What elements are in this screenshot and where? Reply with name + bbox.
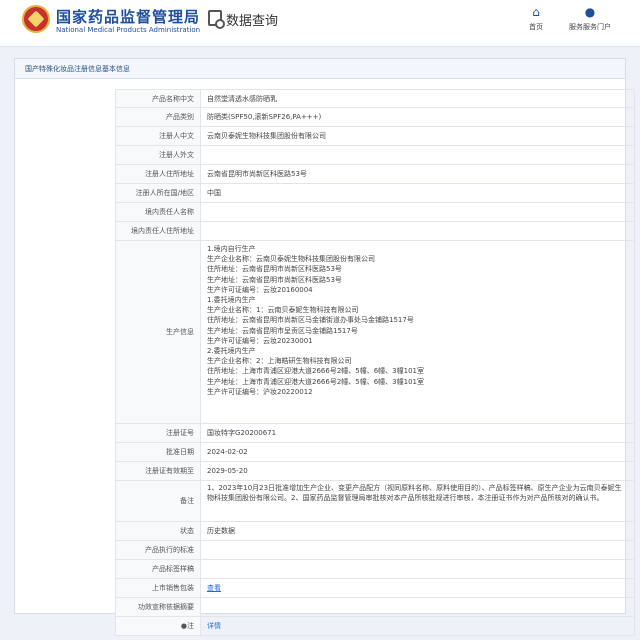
data-query-title: 数据查询 <box>226 14 279 29</box>
row-approval-date: 批准日期 2024-02-02 <box>115 443 635 462</box>
org-name: 国家药品监督管理局 <box>56 8 201 26</box>
production-line: 生产许可证编号：云妆20160004 <box>207 285 313 294</box>
production-line: 生产地址：云南省昆明市呈贡区马金铺路1517号 <box>207 326 358 335</box>
row-production-info: 生产信息 1.境内自行生产 生产企业名称：云南贝泰妮生物科技集团股份有限公司 住… <box>115 241 635 424</box>
field-label: 批准日期 <box>115 443 201 461</box>
field-value: 国妆特字G20200671 <box>201 424 635 442</box>
field-label: 备注 <box>115 481 201 521</box>
detail-table: 产品名称中文 自然堂清透水感防晒乳 产品类别 防晒类(SPF50,滚新SPF26… <box>115 89 635 636</box>
field-value: 历史数据 <box>201 522 635 540</box>
production-line: 生产企业名称：2：上海皓研生物科技有限公司 <box>207 357 352 366</box>
details-link[interactable]: 详情 <box>207 621 221 631</box>
field-label: 生产信息 <box>115 241 201 423</box>
field-value: 自然堂清透水感防晒乳 <box>201 90 635 107</box>
field-value <box>201 222 635 240</box>
field-value <box>201 146 635 164</box>
production-line: 生产地址：云南省昆明市尚新区科医路53号 <box>207 275 342 284</box>
row-label-sample: 产品标签样稿 <box>115 560 635 579</box>
production-line: 住所地址：云南省昆明市尚新区科医路53号 <box>207 265 342 274</box>
field-value <box>201 598 635 616</box>
production-line: 住所地址：上海市青浦区迎港大道2666号2幢、5幢、6幢、3幢101室 <box>207 367 424 376</box>
row-product-name: 产品名称中文 自然堂清透水感防晒乳 <box>115 90 635 108</box>
row-remarks: 备注 1、2023年10月23日批准增加生产企业、变更产品配方（视同原料名称、原… <box>115 481 635 522</box>
field-label: 产品执行的标准 <box>115 541 201 559</box>
field-value: 防晒类(SPF50,滚新SPF26,PA+++) <box>201 108 635 126</box>
field-value <box>201 560 635 578</box>
field-label: 产品类别 <box>115 108 201 126</box>
field-value: 查看 <box>201 579 635 597</box>
row-standard: 产品执行的标准 <box>115 541 635 560</box>
production-line: 住所地址：云南省昆明市尚新区马金铺街道办事处马金铺路1517号 <box>207 316 414 325</box>
row-registrant-region: 注册人所在国/地区 中国 <box>115 184 635 203</box>
row-note: ●注 详情 <box>115 617 635 636</box>
production-line: 生产许可证编号：沪妆20220012 <box>207 387 313 396</box>
row-registrant-address: 注册人住所地址 云南省昆明市尚新区科医路53号 <box>115 165 635 184</box>
view-sales-pack-link[interactable]: 查看 <box>207 583 221 593</box>
production-line: 生产企业名称：云南贝泰妮生物科技集团股份有限公司 <box>207 255 375 264</box>
field-label: 产品名称中文 <box>115 90 201 107</box>
nav-service-portal[interactable]: ● 服务服务门户 <box>560 6 620 32</box>
user-icon: ● <box>584 5 596 19</box>
row-valid-until: 注册证有效期至 2029-05-20 <box>115 462 635 481</box>
row-domestic-address: 境内责任人住所地址 <box>115 222 635 241</box>
row-efficacy-summary: 功效宣称依据摘要 <box>115 598 635 617</box>
detail-panel: 国产特殊化妆品注册信息基本信息 产品名称中文 自然堂清透水感防晒乳 产品类别 防… <box>14 58 635 636</box>
production-info-value: 1.境内自行生产 生产企业名称：云南贝泰妮生物科技集团股份有限公司 住所地址：云… <box>201 241 635 423</box>
nav-service-portal-label: 服务服务门户 <box>569 23 611 31</box>
row-product-category: 产品类别 防晒类(SPF50,滚新SPF26,PA+++) <box>115 108 635 127</box>
field-label: 产品标签样稿 <box>115 560 201 578</box>
field-label: 注册证有效期至 <box>115 462 201 480</box>
field-label: 注册人中文 <box>115 127 201 145</box>
production-line: 1.委托境内生产 <box>207 296 256 305</box>
production-line: 生产地址：上海市青浦区迎港大道2666号2幢、5幢、6幢、3幢101室 <box>207 377 424 386</box>
row-sales-pack: 上市销售包装 查看 <box>115 579 635 598</box>
field-value <box>201 541 635 559</box>
production-line: 2.委托境内生产 <box>207 347 256 356</box>
production-line: 1.境内自行生产 <box>207 245 256 253</box>
panel-title: 国产特殊化妆品注册信息基本信息 <box>15 59 625 79</box>
field-label: 境内责任人名称 <box>115 203 201 221</box>
field-value: 云南贝泰妮生物科技集团股份有限公司 <box>201 127 635 145</box>
field-value <box>201 203 635 221</box>
nav-home[interactable]: ⌂ 首页 <box>524 6 548 32</box>
field-label: 上市销售包装 <box>115 579 201 597</box>
field-value: 中国 <box>201 184 635 202</box>
field-value: 1、2023年10月23日批准增加生产企业、变更产品配方（视同原料名称、原料使用… <box>201 481 635 521</box>
row-registrant-foreign: 注册人外文 <box>115 146 635 165</box>
org-english-name: National Medical Products Administration <box>56 26 201 34</box>
national-emblem-icon <box>22 5 50 33</box>
row-registrant-cn: 注册人中文 云南贝泰妮生物科技集团股份有限公司 <box>115 127 635 146</box>
field-label: 注册人住所地址 <box>115 165 201 183</box>
row-status: 状态 历史数据 <box>115 522 635 541</box>
site-header: 国家药品监督管理局 National Medical Products Admi… <box>0 0 640 47</box>
nav-home-label: 首页 <box>529 23 543 31</box>
home-icon: ⌂ <box>532 5 540 19</box>
field-value: 详情 <box>201 617 635 635</box>
field-label: 境内责任人住所地址 <box>115 222 201 240</box>
field-label: 状态 <box>115 522 201 540</box>
field-value: 2024-02-02 <box>201 443 635 461</box>
field-label: ●注 <box>115 617 201 635</box>
production-line: 生产许可证编号：云妆20230001 <box>207 336 313 345</box>
row-domestic-person: 境内责任人名称 <box>115 203 635 222</box>
field-label: 注册人外文 <box>115 146 201 164</box>
field-label: 功效宣称依据摘要 <box>115 598 201 616</box>
field-value: 2029-05-20 <box>201 462 635 480</box>
field-value: 云南省昆明市尚新区科医路53号 <box>201 165 635 183</box>
data-query-icon <box>208 10 225 29</box>
row-reg-number: 注册证号 国妆特字G20200671 <box>115 424 635 443</box>
production-line: 生产企业名称：1：云南贝泰妮生物科技有限公司 <box>207 306 359 315</box>
field-label: 注册人所在国/地区 <box>115 184 201 202</box>
field-label: 注册证号 <box>115 424 201 442</box>
